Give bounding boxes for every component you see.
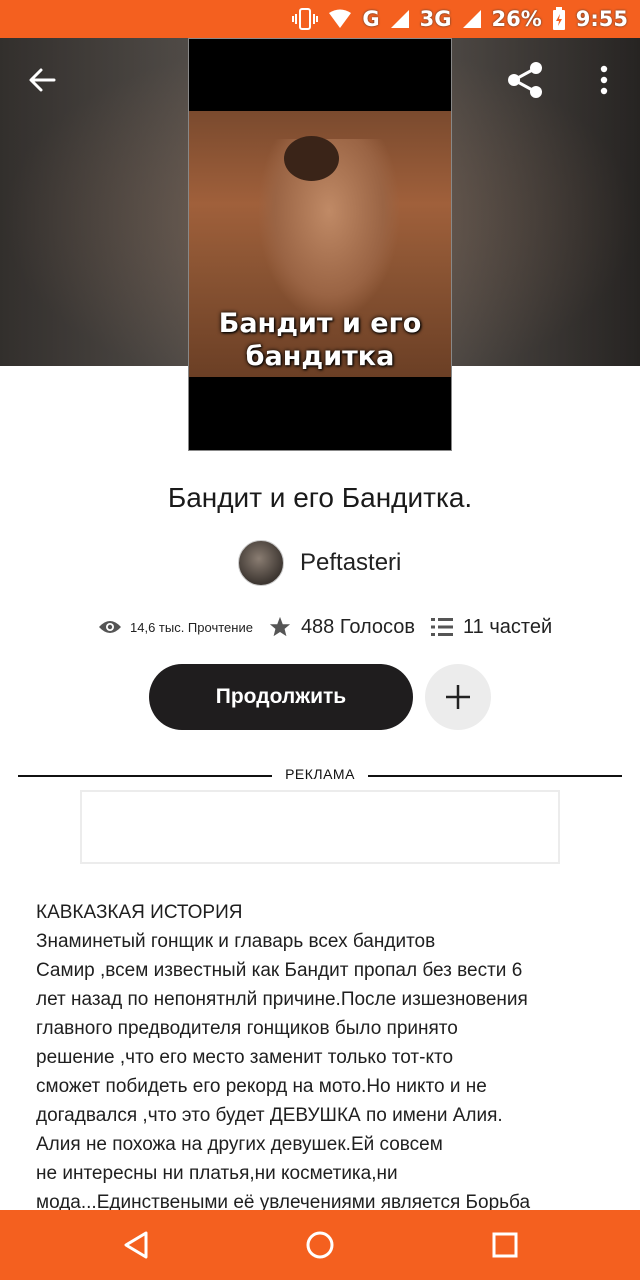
clock: 9:55: [575, 7, 628, 31]
parts-count[interactable]: 11 частей: [463, 616, 552, 639]
story-description: КАВКАЗКАЯ ИСТОРИЯ Знаминетый гонщик и гл…: [36, 902, 531, 1213]
add-to-library-button[interactable]: [425, 664, 491, 730]
wifi-signal-icon: [328, 9, 352, 29]
continue-label: Продолжить: [215, 685, 347, 708]
star-icon: [269, 616, 291, 637]
reads-count: 14,6 тыс. Прочтение: [130, 619, 253, 635]
nav-home-button[interactable]: [300, 1225, 340, 1265]
ad-banner[interactable]: [80, 790, 560, 864]
cell-signal-2-icon: [462, 9, 482, 29]
story-title: Бандит и его Бандитка.: [167, 482, 473, 513]
votes-stat: 488 Голосов: [269, 616, 431, 639]
nav-recents-icon: [492, 1232, 518, 1258]
nav-back-icon: [124, 1231, 148, 1259]
votes-count: 488 Голосов: [300, 615, 416, 638]
continue-reading-button[interactable]: Продолжить: [149, 664, 413, 730]
share-icon: [508, 62, 542, 98]
more-options-button[interactable]: [582, 58, 626, 102]
nav-back-button[interactable]: [116, 1225, 156, 1265]
ad-label: РЕКЛАМА: [285, 766, 355, 782]
parts-stat[interactable]: 11 частей: [431, 616, 568, 639]
back-button[interactable]: [20, 58, 64, 102]
author-name[interactable]: Peftasteri: [300, 549, 401, 577]
story-cover[interactable]: Бандит и его бандитка: [188, 38, 452, 451]
cover-title-line1: Бандит и его: [218, 308, 422, 339]
signal-label: G: [362, 7, 380, 31]
ad-divider: РЕКЛАМА: [18, 766, 622, 786]
nav-home-icon: [306, 1231, 334, 1259]
battery-charging-icon: [552, 7, 566, 31]
system-nav-bar: [0, 1210, 640, 1280]
nav-recents-button[interactable]: [485, 1225, 525, 1265]
author-row[interactable]: Peftasteri: [238, 540, 401, 586]
network-type: 3G: [419, 7, 452, 31]
share-button[interactable]: [503, 58, 547, 102]
cover-title-line2: бандитка: [245, 341, 395, 372]
vibrate-icon: [292, 8, 319, 30]
reads-stat: 14,6 тыс. Прочтение: [98, 619, 269, 635]
status-bar: G 3G 26% 9:55: [0, 0, 640, 38]
back-arrow-icon: [29, 68, 56, 92]
cover-title: Бандит и его бандитка: [189, 307, 451, 373]
plus-icon: [446, 685, 470, 709]
eye-icon: [99, 621, 121, 633]
battery-percent: 26%: [491, 7, 542, 31]
list-icon: [431, 618, 454, 636]
more-vert-icon: [600, 65, 608, 95]
cell-signal-icon: [390, 9, 410, 29]
avatar[interactable]: [238, 540, 284, 586]
story-stats: 14,6 тыс. Прочтение 488 Голосов 11 часте…: [98, 612, 568, 642]
